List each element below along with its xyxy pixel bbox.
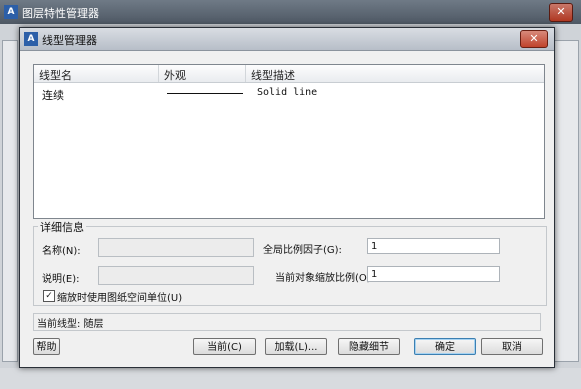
dialog-close-button[interactable]: ✕ bbox=[520, 30, 548, 48]
current-scale-input[interactable]: 1 bbox=[367, 266, 500, 282]
column-header-name[interactable]: 线型名 bbox=[39, 67, 72, 83]
global-scale-label: 全局比例因子(G): bbox=[263, 245, 342, 256]
layer-manager-left-panel bbox=[2, 40, 18, 362]
linetype-appearance-preview bbox=[167, 93, 243, 94]
cancel-button[interactable]: 取消 bbox=[481, 338, 543, 355]
name-field bbox=[98, 238, 254, 257]
layer-manager-bottom-bar bbox=[0, 368, 581, 389]
linetype-description: Solid line bbox=[257, 87, 318, 98]
global-scale-input[interactable]: 1 bbox=[367, 238, 500, 254]
linetype-name: 连续 bbox=[42, 89, 64, 102]
paper-space-units-checkbox[interactable]: ✓ bbox=[43, 290, 55, 302]
dialog-titlebar: A 线型管理器 ✕ bbox=[20, 28, 554, 51]
details-group: 详细信息 名称(N): 说明(E): 全局比例因子(G): 1 当前对象缩放比例… bbox=[33, 219, 547, 306]
help-button[interactable]: 帮助 bbox=[33, 338, 60, 355]
linetype-manager-dialog: A 线型管理器 ✕ 线型名 外观 线型描述 连续 Solid line 详细信息… bbox=[19, 27, 555, 368]
ok-button[interactable]: 确定 bbox=[414, 338, 476, 355]
description-label: 说明(E): bbox=[42, 274, 80, 285]
column-divider[interactable] bbox=[158, 65, 159, 82]
dialog-app-icon: A bbox=[24, 32, 38, 46]
column-divider[interactable] bbox=[245, 65, 246, 82]
layer-manager-close-button[interactable]: ✕ bbox=[549, 3, 573, 22]
description-field bbox=[98, 266, 254, 285]
list-item[interactable]: 连续 Solid line bbox=[34, 85, 544, 102]
name-label: 名称(N): bbox=[42, 246, 81, 257]
column-header-description[interactable]: 线型描述 bbox=[251, 67, 295, 83]
list-header: 线型名 外观 线型描述 bbox=[34, 65, 544, 83]
load-button[interactable]: 加载(L)... bbox=[265, 338, 327, 355]
hide-details-button[interactable]: 隐藏细节 bbox=[338, 338, 400, 355]
linetype-list[interactable]: 线型名 外观 线型描述 连续 Solid line bbox=[33, 64, 545, 219]
current-linetype-bar: 当前线型: 随层 bbox=[33, 313, 541, 331]
dialog-title: 线型管理器 bbox=[42, 34, 97, 47]
current-linetype-text: 当前线型: 随层 bbox=[37, 319, 104, 330]
paper-space-units-label[interactable]: 缩放时使用图纸空间单位(U) bbox=[57, 289, 182, 304]
app-icon: A bbox=[4, 5, 18, 19]
layer-manager-titlebar: A 图层特性管理器 ✕ bbox=[0, 0, 581, 24]
column-header-appearance[interactable]: 外观 bbox=[164, 67, 186, 83]
current-button[interactable]: 当前(C) bbox=[193, 338, 256, 355]
current-scale-label: 当前对象缩放比例(O): bbox=[275, 273, 375, 284]
details-group-title: 详细信息 bbox=[38, 219, 86, 235]
layer-manager-title: 图层特性管理器 bbox=[22, 7, 99, 20]
